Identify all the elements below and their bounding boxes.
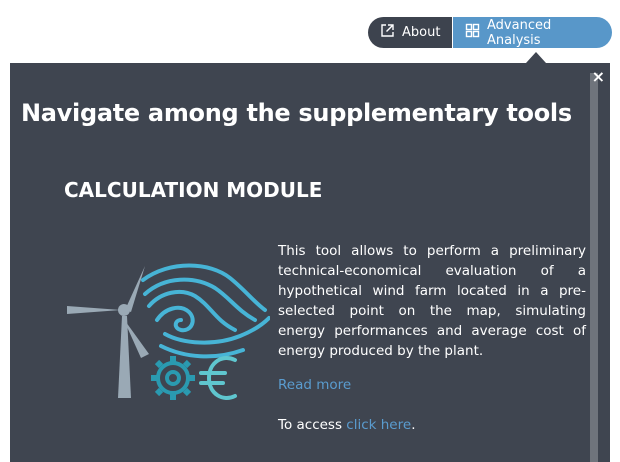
scrollbar[interactable] xyxy=(590,73,598,462)
grid-icon xyxy=(465,23,480,42)
tools-panel: × Navigate among the supplementary tools… xyxy=(10,63,610,462)
top-toolbar: About Advanced Analysis xyxy=(368,17,612,48)
close-icon[interactable]: × xyxy=(592,69,605,85)
external-link-icon xyxy=(380,23,395,42)
wind-icon xyxy=(141,263,271,359)
click-here-link[interactable]: click here xyxy=(346,417,411,433)
wind-turbine-icon xyxy=(67,266,149,398)
popover-pointer xyxy=(526,52,546,63)
access-suffix: . xyxy=(411,417,416,433)
module-title: CALCULATION MODULE xyxy=(64,178,323,202)
module-description: This tool allows to perform a preliminar… xyxy=(278,243,586,359)
access-prefix: To access xyxy=(278,417,347,433)
advanced-analysis-label: Advanced Analysis xyxy=(487,17,552,48)
about-label: About xyxy=(402,25,441,40)
read-more-link[interactable]: Read more xyxy=(278,377,351,393)
about-button[interactable]: About xyxy=(368,17,452,48)
access-line: To access click here. xyxy=(278,417,415,433)
panel-heading: Navigate among the supplementary tools xyxy=(21,99,572,127)
gear-icon xyxy=(151,356,195,400)
advanced-analysis-button[interactable]: Advanced Analysis xyxy=(452,17,612,48)
calculation-module-illustration xyxy=(65,258,271,407)
euro-icon xyxy=(199,356,237,400)
